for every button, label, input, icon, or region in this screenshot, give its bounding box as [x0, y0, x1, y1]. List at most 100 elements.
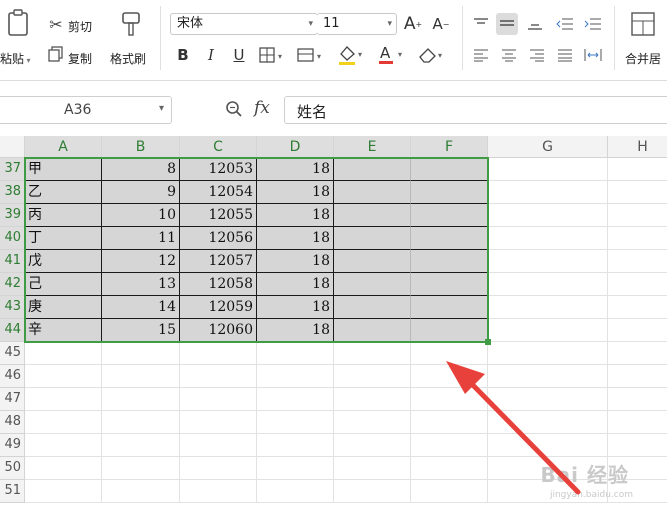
column-header-f[interactable]: F	[411, 136, 488, 158]
bold-button[interactable]: B	[172, 44, 194, 66]
cell-c39[interactable]: 12055	[180, 204, 257, 227]
cell-e51[interactable]	[334, 480, 411, 503]
paste-button[interactable]: 粘贴 ▾	[0, 50, 31, 67]
column-header-h[interactable]: H	[608, 136, 667, 158]
cell-g40[interactable]	[488, 227, 608, 250]
row-header[interactable]: 37	[0, 158, 25, 181]
cell-d39[interactable]: 18	[257, 204, 334, 227]
cell-b48[interactable]	[102, 411, 180, 434]
font-color-icon[interactable]: A ▾	[376, 44, 408, 66]
cell-g39[interactable]	[488, 204, 608, 227]
cell-h37[interactable]	[608, 158, 667, 181]
cell-c46[interactable]	[180, 365, 257, 388]
cell-h41[interactable]	[608, 250, 667, 273]
cell-b39[interactable]: 10	[102, 204, 180, 227]
cell-d48[interactable]	[257, 411, 334, 434]
cell-h40[interactable]	[608, 227, 667, 250]
cell-h39[interactable]	[608, 204, 667, 227]
cell-g41[interactable]	[488, 250, 608, 273]
cell-e39[interactable]	[334, 204, 411, 227]
fill-handle[interactable]	[485, 339, 491, 345]
cell-f45[interactable]	[411, 342, 488, 365]
cell-f48[interactable]	[411, 411, 488, 434]
align-bottom-icon[interactable]	[524, 14, 546, 34]
cell-a51[interactable]	[25, 480, 102, 503]
formula-input[interactable]: 姓名	[284, 96, 667, 124]
increase-font-button[interactable]: A +	[402, 13, 424, 35]
cell-d44[interactable]: 18	[257, 319, 334, 342]
cut-button[interactable]: 剪切	[68, 18, 92, 35]
cell-f49[interactable]	[411, 434, 488, 457]
column-header-e[interactable]: E	[334, 136, 411, 158]
cell-c48[interactable]	[180, 411, 257, 434]
cell-b49[interactable]	[102, 434, 180, 457]
cell-a48[interactable]	[25, 411, 102, 434]
underline-button[interactable]: U	[228, 44, 250, 66]
font-name-select[interactable]: 宋体 ▾	[170, 13, 318, 35]
column-header-g[interactable]: G	[488, 136, 608, 158]
cell-c47[interactable]	[180, 388, 257, 411]
cell-d37[interactable]: 18	[257, 158, 334, 181]
cell-b46[interactable]	[102, 365, 180, 388]
row-header[interactable]: 38	[0, 181, 25, 204]
scissors-icon[interactable]: ✂	[46, 14, 66, 34]
cell-e38[interactable]	[334, 181, 411, 204]
cell-a37[interactable]: 甲	[25, 158, 102, 181]
row-header[interactable]: 41	[0, 250, 25, 273]
cell-f43[interactable]	[411, 296, 488, 319]
font-size-select[interactable]: 11 ▾	[317, 13, 397, 35]
cell-a49[interactable]	[25, 434, 102, 457]
cell-b40[interactable]: 11	[102, 227, 180, 250]
merge-center-button[interactable]: 合并居	[625, 50, 661, 67]
cell-h48[interactable]	[608, 411, 667, 434]
fill-color-icon[interactable]: ▾	[336, 44, 368, 66]
row-header[interactable]: 48	[0, 411, 25, 434]
cell-d43[interactable]: 18	[257, 296, 334, 319]
column-header-a[interactable]: A	[25, 136, 102, 158]
cell-d40[interactable]: 18	[257, 227, 334, 250]
cell-e46[interactable]	[334, 365, 411, 388]
cell-a46[interactable]	[25, 365, 102, 388]
italic-button[interactable]: I	[200, 44, 222, 66]
cell-a39[interactable]: 丙	[25, 204, 102, 227]
align-top-icon[interactable]	[470, 14, 492, 34]
cell-h38[interactable]	[608, 181, 667, 204]
cell-e43[interactable]	[334, 296, 411, 319]
cell-e41[interactable]	[334, 250, 411, 273]
row-header[interactable]: 46	[0, 365, 25, 388]
cell-c37[interactable]: 12053	[180, 158, 257, 181]
cell-a44[interactable]: 辛	[25, 319, 102, 342]
increase-indent-icon[interactable]	[582, 14, 604, 34]
distribute-icon[interactable]	[582, 46, 604, 64]
cell-b42[interactable]: 13	[102, 273, 180, 296]
column-header-b[interactable]: B	[102, 136, 180, 158]
row-header[interactable]: 51	[0, 480, 25, 503]
cell-g42[interactable]	[488, 273, 608, 296]
align-middle-icon[interactable]	[496, 13, 518, 35]
cell-e40[interactable]	[334, 227, 411, 250]
cell-b45[interactable]	[102, 342, 180, 365]
cell-f40[interactable]	[411, 227, 488, 250]
row-header[interactable]: 43	[0, 296, 25, 319]
paste-icon[interactable]	[4, 8, 34, 38]
cell-a45[interactable]	[25, 342, 102, 365]
cell-c43[interactable]: 12059	[180, 296, 257, 319]
cell-e48[interactable]	[334, 411, 411, 434]
cell-b38[interactable]: 9	[102, 181, 180, 204]
row-header[interactable]: 44	[0, 319, 25, 342]
cell-d46[interactable]	[257, 365, 334, 388]
cell-b47[interactable]	[102, 388, 180, 411]
cell-c40[interactable]: 12056	[180, 227, 257, 250]
cell-e50[interactable]	[334, 457, 411, 480]
cell-a41[interactable]: 戊	[25, 250, 102, 273]
cell-h46[interactable]	[608, 365, 667, 388]
cell-e42[interactable]	[334, 273, 411, 296]
cell-d49[interactable]	[257, 434, 334, 457]
row-header[interactable]: 47	[0, 388, 25, 411]
cell-g38[interactable]	[488, 181, 608, 204]
cell-b44[interactable]: 15	[102, 319, 180, 342]
cell-c41[interactable]: 12057	[180, 250, 257, 273]
cell-d42[interactable]: 18	[257, 273, 334, 296]
border-icon[interactable]: ▾	[258, 46, 288, 64]
format-painter-button[interactable]: 格式刷	[110, 50, 146, 67]
